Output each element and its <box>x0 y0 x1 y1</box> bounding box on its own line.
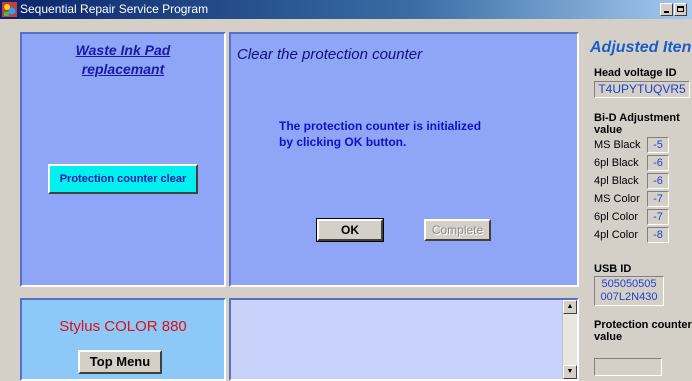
complete-button[interactable]: Complete <box>424 219 491 241</box>
vertical-scrollbar[interactable]: ▲ ▼ <box>562 300 577 379</box>
bidi-row: MS Color -7 <box>594 191 690 208</box>
printer-model: Stylus COLOR 880 <box>59 318 187 335</box>
bidi-value: -6 <box>647 155 669 171</box>
head-voltage-label: Head voltage ID <box>594 67 677 79</box>
bidi-name: 6pl Color <box>594 211 639 223</box>
waste-ink-heading-line2: replacemant <box>81 61 165 77</box>
protection-counter-value <box>594 358 662 376</box>
bidi-value: -8 <box>647 227 669 243</box>
bidi-value: -6 <box>647 173 669 189</box>
bidi-name: MS Color <box>594 193 640 205</box>
bidi-row: 6pl Color -7 <box>594 209 690 226</box>
instruction-line1: The protection counter is initialized <box>279 119 482 133</box>
maximize-button[interactable] <box>674 3 687 16</box>
model-panel: Stylus COLOR 880 Top Menu <box>20 298 226 381</box>
protection-counter-clear-button[interactable]: Protection counter clear <box>48 164 198 194</box>
minimize-button[interactable] <box>660 3 673 16</box>
bidi-name: 4pl Color <box>594 229 639 241</box>
log-area[interactable]: ▲ ▼ <box>229 298 579 381</box>
bidi-value: -5 <box>647 137 669 153</box>
bidi-label-line1: Bi-D Adjustment <box>594 112 680 124</box>
usb-id-line1: 505050505 <box>601 278 657 290</box>
scroll-up-arrow-icon[interactable]: ▲ <box>563 300 577 314</box>
bidi-label-line2: value <box>594 124 623 136</box>
bidi-row: 4pl Color -8 <box>594 227 690 244</box>
top-menu-button[interactable]: Top Menu <box>78 350 162 374</box>
instruction-line2: by clicking OK button. <box>279 135 407 149</box>
clear-counter-panel: Clear the protection counter The protect… <box>229 32 579 287</box>
usb-id-line2: 007L2N430 <box>600 291 658 303</box>
head-voltage-value: T4UPYTUQVR5 <box>594 81 690 98</box>
bidi-value: -7 <box>647 209 669 225</box>
usb-id-value: 505050505 007L2N430 <box>594 276 664 306</box>
adjusted-items-panel: Adjusted Iten Head voltage ID T4UPYTUQVR… <box>582 19 692 381</box>
window-title: Sequential Repair Service Program <box>20 2 209 16</box>
ok-button[interactable]: OK <box>316 218 384 242</box>
bidi-row: MS Black -5 <box>594 137 690 154</box>
title-bar: Sequential Repair Service Program <box>0 0 692 19</box>
bidi-name: 4pl Black <box>594 175 639 187</box>
instruction-message: The protection counter is initialized by… <box>279 118 481 150</box>
bidi-row: 4pl Black -6 <box>594 173 690 190</box>
adjusted-items-title: Adjusted Iten <box>590 39 692 56</box>
bidi-row: 6pl Black -6 <box>594 155 690 172</box>
bidi-name: 6pl Black <box>594 157 639 169</box>
scroll-down-arrow-icon[interactable]: ▼ <box>563 365 577 379</box>
waste-ink-heading-line1: Waste Ink Pad <box>75 42 171 58</box>
bidi-value: -7 <box>647 191 669 207</box>
protection-counter-label-line2: value <box>594 331 623 343</box>
usb-id-label: USB ID <box>594 263 632 275</box>
app-icon <box>2 2 17 17</box>
waste-ink-panel: Waste Ink Pad replacemant Protection cou… <box>20 32 226 287</box>
protection-counter-label-line1: Protection counter <box>594 319 692 331</box>
panel-title: Clear the protection counter <box>237 46 423 63</box>
bidi-name: MS Black <box>594 139 641 151</box>
